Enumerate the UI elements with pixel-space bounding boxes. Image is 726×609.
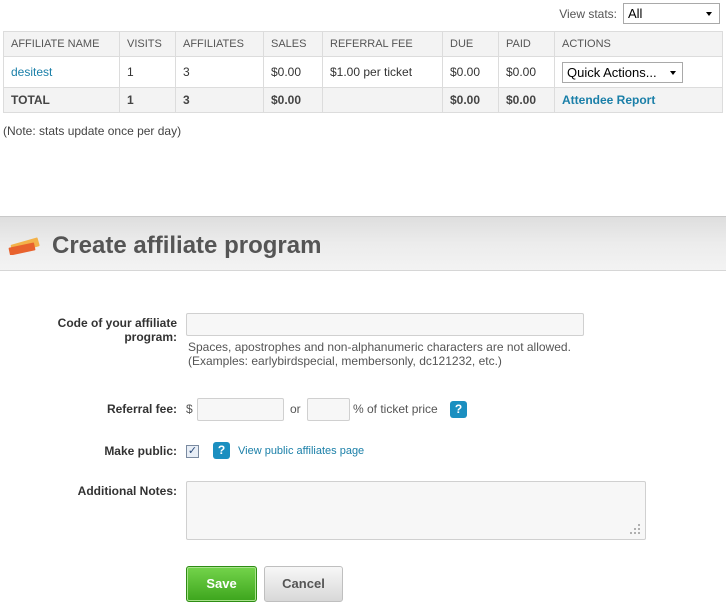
- cell-visits: 1: [119, 56, 176, 88]
- help-icon[interactable]: ?: [213, 442, 230, 459]
- col-actions: ACTIONS: [554, 31, 723, 57]
- notes-textarea[interactable]: [186, 481, 646, 540]
- view-stats-label: View stats:: [559, 6, 617, 21]
- percent-suffix: % of ticket price: [353, 402, 438, 416]
- or-text: or: [290, 402, 301, 416]
- cell-referral-fee: $1.00 per ticket: [322, 56, 443, 88]
- table-row: desitest 1 3 $0.00 $1.00 per ticket $0.0…: [3, 56, 723, 88]
- quick-actions-select[interactable]: Quick Actions...: [562, 61, 683, 83]
- chevron-down-icon: [706, 12, 712, 16]
- section-header: Create affiliate program: [0, 216, 726, 271]
- attendee-report-link[interactable]: Attendee Report: [562, 93, 655, 107]
- code-input[interactable]: [186, 313, 584, 336]
- col-due: DUE: [442, 31, 499, 57]
- cell-paid: $0.00: [498, 56, 555, 88]
- total-paid: $0.00: [498, 87, 555, 113]
- total-due: $0.00: [442, 87, 499, 113]
- col-paid: PAID: [498, 31, 555, 57]
- col-sales: SALES: [263, 31, 323, 57]
- col-affiliates: AFFILIATES: [175, 31, 264, 57]
- make-public-checkbox[interactable]: ✓: [186, 445, 199, 458]
- fee-percent-input[interactable]: [307, 398, 350, 421]
- help-icon[interactable]: ?: [450, 401, 467, 418]
- total-sales: $0.00: [263, 87, 323, 113]
- currency-symbol: $: [186, 402, 193, 416]
- code-hint: Spaces, apostrophes and non-alphanumeric…: [188, 340, 571, 368]
- col-referral-fee: REFERRAL FEE: [322, 31, 443, 57]
- cell-affiliates: 3: [175, 56, 264, 88]
- code-label: Code of your affiliate program:: [57, 316, 177, 344]
- table-header-row: AFFILIATE NAME VISITS AFFILIATES SALES R…: [3, 31, 723, 57]
- affiliate-name-link[interactable]: desitest: [11, 65, 52, 79]
- section-title: Create affiliate program: [52, 232, 322, 259]
- total-referral-fee: [322, 87, 443, 113]
- stats-note: (Note: stats update once per day): [3, 124, 182, 138]
- table-total-row: TOTAL 1 3 $0.00 $0.00 $0.00 Attendee Rep…: [3, 87, 723, 113]
- col-affiliate-name: AFFILIATE NAME: [3, 31, 120, 57]
- make-public-label: Make public:: [104, 444, 177, 458]
- view-stats-select[interactable]: All: [623, 3, 720, 24]
- col-visits: VISITS: [119, 31, 176, 57]
- save-button[interactable]: Save: [186, 566, 257, 602]
- tickets-icon: [8, 237, 40, 255]
- cell-actions: Quick Actions...: [554, 56, 723, 88]
- resize-grip-icon[interactable]: [629, 523, 641, 535]
- public-affiliates-link[interactable]: View public affiliates page: [238, 445, 364, 457]
- code-hint-line-1: Spaces, apostrophes and non-alphanumeric…: [188, 340, 571, 354]
- notes-label: Additional Notes:: [77, 484, 177, 498]
- cell-due: $0.00: [442, 56, 499, 88]
- view-stats: View stats: All: [559, 3, 720, 24]
- cell-sales: $0.00: [263, 56, 323, 88]
- total-visits: 1: [119, 87, 176, 113]
- affiliate-stats-table: AFFILIATE NAME VISITS AFFILIATES SALES R…: [3, 31, 723, 113]
- total-label: TOTAL: [3, 87, 120, 113]
- chevron-down-icon: [670, 70, 676, 75]
- code-hint-line-2: (Examples: earlybirdspecial, membersonly…: [188, 354, 502, 368]
- cancel-button[interactable]: Cancel: [264, 566, 343, 602]
- total-affiliates: 3: [175, 87, 264, 113]
- referral-fee-label: Referral fee:: [106, 402, 177, 416]
- view-stats-value: All: [628, 6, 643, 21]
- fee-amount-input[interactable]: [197, 398, 284, 421]
- quick-actions-value: Quick Actions...: [567, 64, 657, 80]
